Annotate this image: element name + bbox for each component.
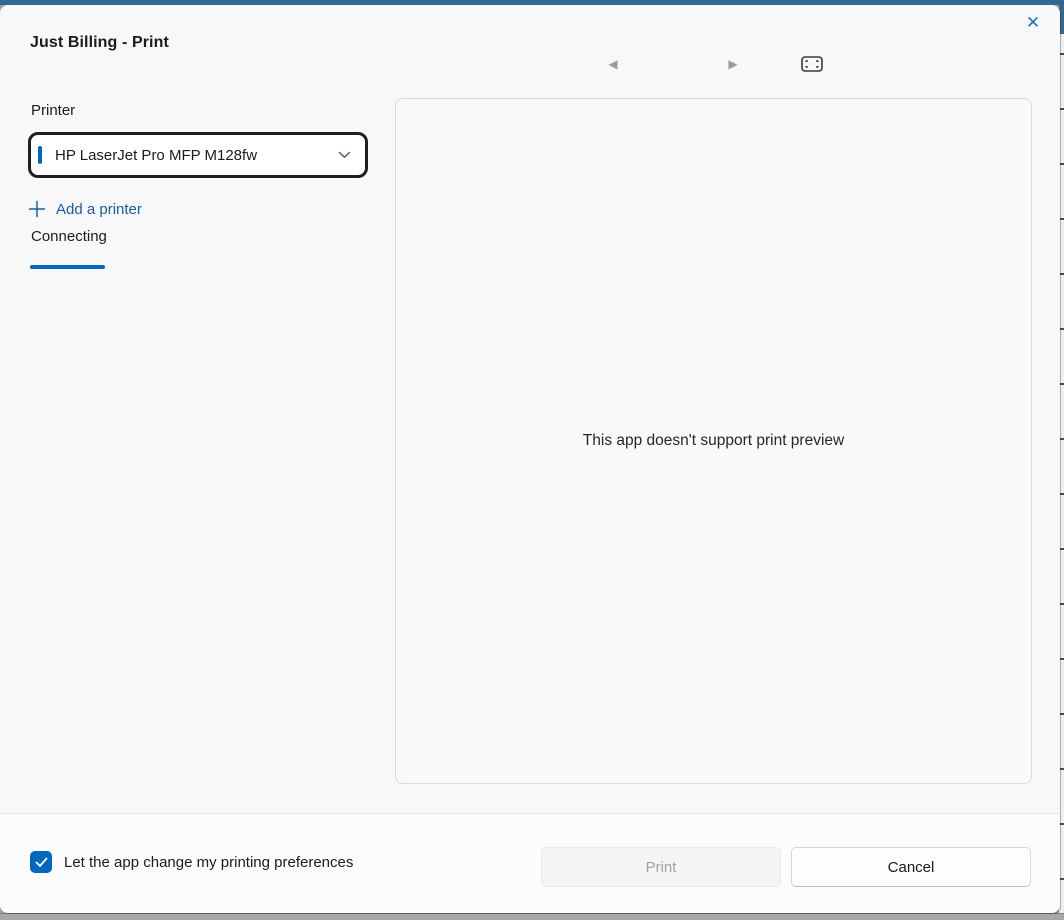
print-dialog: Just Billing - Print ✕ ◀ ▶ Printer HP La… bbox=[0, 5, 1060, 913]
fit-to-page-icon bbox=[801, 56, 823, 72]
next-page-button[interactable]: ▶ bbox=[720, 51, 746, 77]
print-preview-panel: This app doesn't support print preview bbox=[395, 98, 1032, 784]
connecting-progress-bar bbox=[30, 265, 370, 269]
printer-status-text: Connecting bbox=[31, 228, 107, 245]
add-printer-button[interactable]: Add a printer bbox=[28, 196, 142, 222]
plus-icon bbox=[28, 200, 46, 218]
selected-printer-value: HP LaserJet Pro MFP M128fw bbox=[55, 147, 338, 164]
combo-accent-bar bbox=[38, 146, 42, 164]
cancel-button[interactable]: Cancel bbox=[791, 847, 1031, 887]
printer-select[interactable]: HP LaserJet Pro MFP M128fw bbox=[28, 132, 368, 178]
close-button[interactable]: ✕ bbox=[1018, 8, 1048, 38]
previous-page-icon: ◀ bbox=[608, 57, 617, 71]
chevron-down-icon bbox=[338, 151, 351, 159]
next-page-icon: ▶ bbox=[728, 57, 737, 71]
printing-preferences-checkbox-row[interactable]: Let the app change my printing preferenc… bbox=[30, 851, 353, 873]
printer-label: Printer bbox=[31, 102, 75, 119]
dialog-footer: Let the app change my printing preferenc… bbox=[0, 813, 1060, 913]
checkbox-checked-icon[interactable] bbox=[30, 851, 52, 873]
underlying-window-bottom-edge bbox=[0, 913, 1064, 920]
print-button[interactable]: Print bbox=[541, 847, 781, 887]
preview-unsupported-message: This app doesn't support print preview bbox=[583, 432, 844, 450]
progress-segment bbox=[30, 265, 105, 269]
dialog-title: Just Billing - Print bbox=[30, 34, 169, 52]
add-printer-label: Add a printer bbox=[56, 201, 142, 218]
previous-page-button[interactable]: ◀ bbox=[600, 51, 626, 77]
fit-to-page-button[interactable] bbox=[799, 51, 825, 77]
close-icon: ✕ bbox=[1026, 13, 1040, 33]
printing-preferences-label: Let the app change my printing preferenc… bbox=[64, 854, 353, 871]
